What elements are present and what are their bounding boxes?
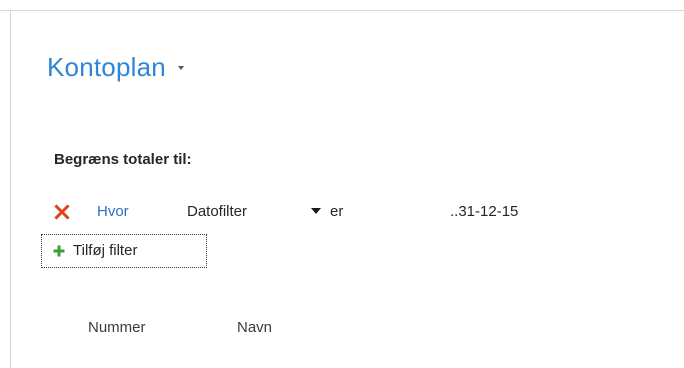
column-header-name[interactable]: Navn (237, 318, 272, 338)
chevron-down-icon (177, 66, 184, 70)
filter-row: Hvor Datofilter er ..31-12-15 (54, 200, 614, 224)
close-icon[interactable] (54, 204, 70, 220)
add-filter-button[interactable]: Tilføj filter (41, 234, 207, 268)
top-divider (0, 10, 684, 11)
filter-value-field[interactable]: ..31-12-15 (450, 200, 530, 224)
dropdown-arrow-icon[interactable] (311, 208, 321, 214)
add-filter-label: Tilføj filter (73, 242, 138, 259)
column-header-number[interactable]: Nummer (88, 318, 146, 338)
where-label: Hvor (97, 203, 129, 220)
filter-field-select[interactable]: Datofilter (187, 200, 247, 224)
left-divider (10, 10, 11, 368)
filter-section-heading: Begræns totaler til: (54, 151, 192, 168)
page: Kontoplan Begræns totaler til: Hvor Dato… (0, 0, 684, 368)
filter-operator-label: er (330, 203, 344, 220)
plus-icon (53, 245, 65, 257)
page-title-menu[interactable]: Kontoplan (47, 48, 184, 86)
page-title: Kontoplan (47, 52, 166, 82)
